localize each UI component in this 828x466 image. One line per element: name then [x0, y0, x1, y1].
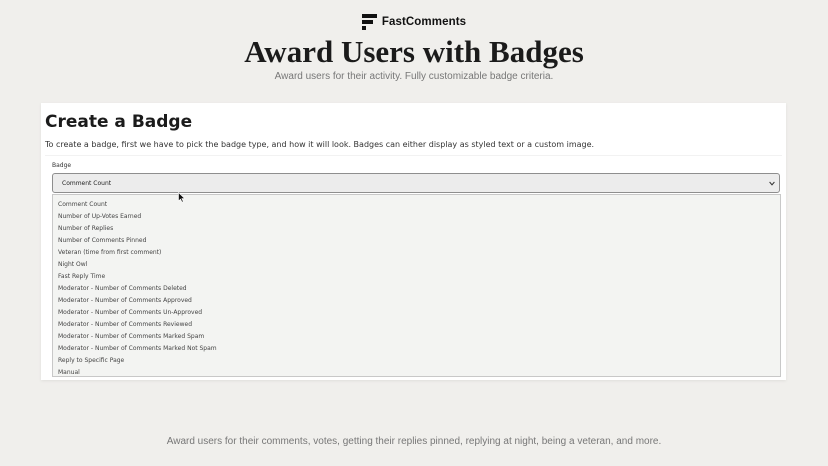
badge-option-mod-approved[interactable]: Moderator - Number of Comments Approved	[58, 295, 192, 307]
badge-option-veteran[interactable]: Veteran (time from first comment)	[58, 247, 161, 259]
page-title: Award Users with Badges	[244, 34, 584, 69]
divider	[45, 155, 782, 156]
badge-option-night-owl[interactable]: Night Owl	[58, 259, 87, 271]
badge-type-options-list: Comment Count Number of Up-Votes Earned …	[52, 194, 781, 377]
badge-option-mod-marked-spam[interactable]: Moderator - Number of Comments Marked Sp…	[58, 331, 204, 343]
badge-type-select[interactable]: Comment Count	[52, 173, 780, 193]
card-description: To create a badge, first we have to pick…	[45, 140, 595, 149]
badge-option-replies[interactable]: Number of Replies	[58, 223, 113, 235]
brand: FastComments	[0, 14, 828, 30]
fastcomments-logo-icon	[361, 14, 377, 30]
badge-option-fast-reply-time[interactable]: Fast Reply Time	[58, 271, 105, 283]
badge-option-comment-count[interactable]: Comment Count	[58, 199, 107, 211]
page-subtitle: Award users for their activity. Fully cu…	[274, 71, 554, 82]
badge-option-manual[interactable]: Manual	[58, 367, 80, 379]
brand-name: FastComments	[381, 16, 467, 28]
badge-option-mod-reviewed[interactable]: Moderator - Number of Comments Reviewed	[58, 319, 192, 331]
badge-option-reply-specific-page[interactable]: Reply to Specific Page	[58, 355, 124, 367]
mouse-pointer-icon	[178, 192, 186, 203]
card-title: Create a Badge	[45, 112, 193, 132]
footer-text: Award users for their comments, votes, g…	[166, 436, 662, 447]
chevron-down-icon	[769, 181, 775, 186]
create-badge-card: Create a Badge To create a badge, first …	[41, 103, 786, 380]
badge-option-mod-unapproved[interactable]: Moderator - Number of Comments Un-Approv…	[58, 307, 202, 319]
badge-option-upvotes-earned[interactable]: Number of Up-Votes Earned	[58, 211, 141, 223]
badge-option-mod-deleted[interactable]: Moderator - Number of Comments Deleted	[58, 283, 187, 295]
badge-option-mod-marked-not-spam[interactable]: Moderator - Number of Comments Marked No…	[58, 343, 217, 355]
badge-field-label: Badge	[52, 162, 72, 169]
badge-option-comments-pinned[interactable]: Number of Comments Pinned	[58, 235, 146, 247]
badge-type-selected-value: Comment Count	[62, 180, 112, 187]
